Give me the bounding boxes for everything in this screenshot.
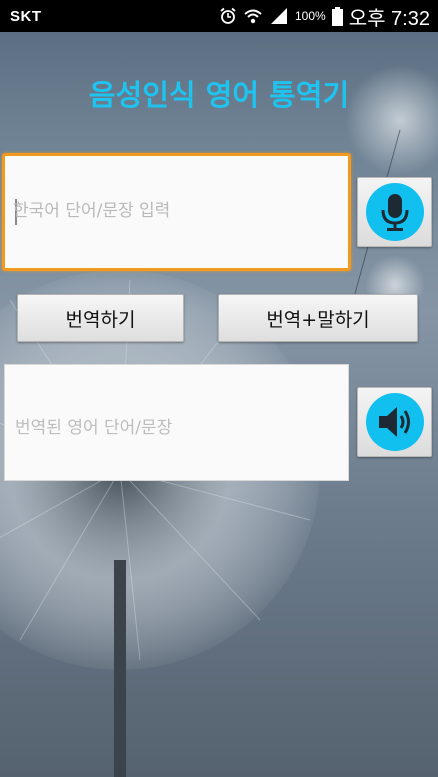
voice-input-button[interactable] (357, 177, 432, 247)
speaker-icon (378, 407, 410, 437)
battery-icon (331, 6, 343, 26)
translate-and-speak-button[interactable]: 번역+말하기 (218, 294, 418, 342)
app-title: 음성인식 영어 통역기 (88, 78, 350, 112)
carrier-label: SKT (10, 7, 42, 25)
speaker-icon-circle (365, 393, 424, 451)
korean-input-box[interactable] (2, 153, 351, 271)
translation-output-box: 번역된 영어 단어/문장 (4, 364, 349, 481)
wifi-icon (244, 9, 262, 24)
alarm-icon (220, 7, 236, 24)
signal-icon (271, 8, 287, 24)
speak-output-button[interactable] (357, 387, 432, 457)
status-bar: SKT 100% 오후 7:32 (0, 0, 438, 32)
korean-input-field[interactable] (13, 196, 333, 226)
mic-icon-circle (365, 183, 424, 241)
battery-percent: 100% (295, 9, 326, 23)
translate-button[interactable]: 번역하기 (17, 294, 184, 342)
microphone-icon (381, 194, 408, 231)
translation-output-placeholder: 번역된 영어 단어/문장 (15, 418, 173, 438)
status-icons: 100% 오후 7:32 (219, 2, 430, 31)
clock: 오후 7:32 (348, 7, 430, 30)
